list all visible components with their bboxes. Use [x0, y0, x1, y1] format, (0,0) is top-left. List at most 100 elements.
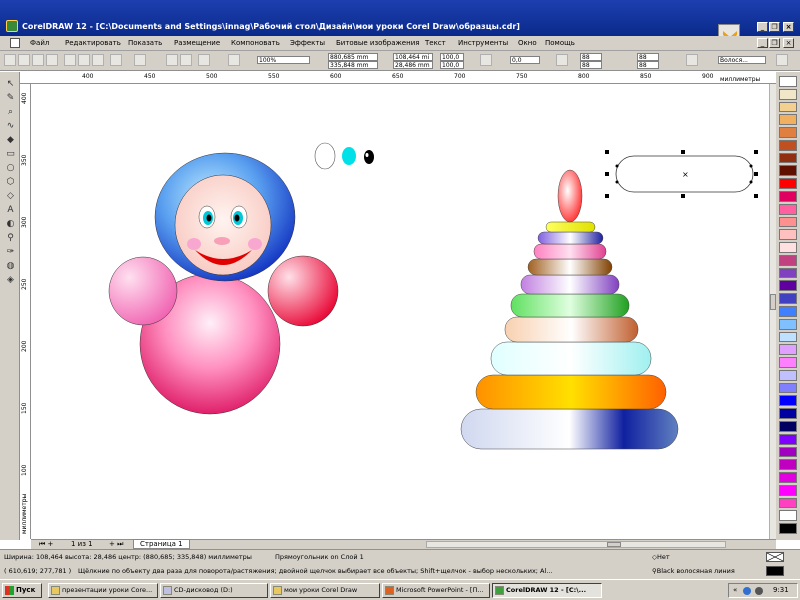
color-swatch[interactable]: [779, 267, 797, 279]
import-icon[interactable]: [166, 54, 178, 66]
scroll-thumb[interactable]: [607, 542, 621, 547]
color-swatch[interactable]: [779, 369, 797, 381]
freehand-tool-icon[interactable]: ∿: [4, 120, 17, 132]
color-swatch[interactable]: [779, 472, 797, 483]
menu-edit[interactable]: Редактировать: [65, 39, 121, 47]
new-icon[interactable]: [4, 54, 16, 66]
color-swatch[interactable]: [779, 216, 797, 228]
text-tool-icon[interactable]: A: [4, 204, 17, 216]
close-button[interactable]: ×: [783, 22, 794, 32]
tray-expand-icon[interactable]: «: [733, 584, 737, 597]
color-swatch[interactable]: [779, 510, 797, 522]
drawing-canvas[interactable]: ×: [31, 84, 769, 539]
outline-tool-icon[interactable]: ✑: [4, 246, 17, 258]
undo-icon[interactable]: [110, 54, 122, 66]
color-swatch[interactable]: [779, 293, 797, 304]
network-icon[interactable]: [743, 587, 751, 595]
color-swatch[interactable]: [779, 344, 797, 356]
color-swatch[interactable]: [779, 306, 797, 317]
color-swatch[interactable]: [779, 357, 797, 368]
menu-tools[interactable]: Инструменты: [458, 39, 508, 47]
color-swatch[interactable]: [779, 497, 797, 509]
color-swatch[interactable]: [779, 88, 797, 100]
color-swatch[interactable]: [779, 139, 797, 151]
color-swatch[interactable]: [779, 484, 797, 496]
doc-restore-button[interactable]: ❐: [769, 38, 780, 48]
scale-x-field[interactable]: 100,0: [440, 53, 464, 61]
restore-button[interactable]: ❐: [769, 22, 780, 32]
taskbar-item[interactable]: мои уроки Corel Draw: [270, 583, 380, 598]
start-button[interactable]: Пуск: [2, 583, 42, 598]
outline-width-select[interactable]: Волося...: [718, 56, 766, 64]
color-swatch[interactable]: [779, 459, 797, 471]
color-swatch[interactable]: [779, 395, 797, 407]
cut-icon[interactable]: [64, 54, 76, 66]
zoom-tool-icon[interactable]: ⌕: [4, 106, 17, 118]
interactive-fill-icon[interactable]: ◈: [4, 274, 17, 286]
export-icon[interactable]: [180, 54, 192, 66]
eyedropper-icon[interactable]: ⚲: [4, 232, 17, 244]
color-swatch[interactable]: [779, 178, 797, 189]
zoom-select[interactable]: 100%: [257, 56, 310, 64]
color-swatch[interactable]: [779, 76, 797, 87]
last-page-button[interactable]: + ⏭: [109, 540, 123, 549]
menu-effects[interactable]: Эффекты: [290, 39, 325, 47]
color-swatch[interactable]: [779, 318, 797, 330]
smart-fill-icon[interactable]: ◆: [4, 134, 17, 146]
color-swatch[interactable]: [779, 446, 797, 458]
corner-roundness-2[interactable]: 88: [580, 61, 602, 69]
outline-swatch[interactable]: [766, 566, 784, 576]
interactive-blend-icon[interactable]: ◐: [4, 218, 17, 230]
color-swatch[interactable]: [779, 280, 797, 292]
menu-window[interactable]: Окно: [518, 39, 537, 47]
print-icon[interactable]: [46, 54, 58, 66]
color-swatch[interactable]: [779, 254, 797, 266]
taskbar-item[interactable]: Microsoft PowerPoint - [П...: [382, 583, 490, 598]
color-swatch[interactable]: [779, 408, 797, 419]
paste-icon[interactable]: [92, 54, 104, 66]
color-swatch[interactable]: [779, 152, 797, 164]
corner-roundness-4[interactable]: 88: [637, 61, 659, 69]
minimize-button[interactable]: _: [757, 22, 768, 32]
menu-view[interactable]: Показать: [128, 39, 162, 47]
height-field[interactable]: 28,486 mm: [393, 61, 433, 69]
color-swatch[interactable]: [779, 433, 797, 445]
color-swatch[interactable]: [779, 331, 797, 343]
color-swatch[interactable]: [779, 165, 797, 177]
doc-close-button[interactable]: ×: [783, 38, 794, 48]
taskbar-item-active[interactable]: CorelDRAW 12 - [C:\...: [492, 583, 602, 598]
color-swatch[interactable]: [779, 203, 797, 215]
vertical-scrollbar[interactable]: [769, 84, 776, 539]
color-swatch[interactable]: [779, 191, 797, 202]
corel-online-icon[interactable]: [228, 54, 240, 66]
application-launcher-icon[interactable]: [198, 54, 210, 66]
y-position-field[interactable]: 335,848 mm: [328, 61, 378, 69]
fill-swatch[interactable]: [766, 552, 784, 562]
basic-shapes-icon[interactable]: ◇: [4, 190, 17, 202]
volume-icon[interactable]: [755, 587, 763, 595]
document-icon[interactable]: [10, 38, 20, 48]
save-icon[interactable]: [32, 54, 44, 66]
convert-to-curves-icon[interactable]: [776, 54, 788, 66]
ellipse-tool-icon[interactable]: ○: [4, 162, 17, 174]
corner-roundness-3[interactable]: 88: [637, 53, 659, 61]
rectangle-tool-icon[interactable]: ▭: [4, 148, 17, 160]
first-page-button[interactable]: ⏮ +: [39, 540, 53, 549]
color-swatch[interactable]: [779, 114, 797, 126]
polygon-tool-icon[interactable]: ⬡: [4, 176, 17, 188]
x-position-field[interactable]: 880,685 mm: [328, 53, 378, 61]
taskbar-item[interactable]: презентации уроки Core...: [48, 583, 158, 598]
pick-tool-icon[interactable]: ↖: [4, 78, 17, 90]
color-swatch[interactable]: [779, 523, 797, 534]
copy-icon[interactable]: [78, 54, 90, 66]
wrap-text-icon[interactable]: [686, 54, 698, 66]
menu-file[interactable]: Файл: [30, 39, 49, 47]
open-icon[interactable]: [18, 54, 30, 66]
color-swatch[interactable]: [779, 229, 797, 241]
coreldraw-app-icon[interactable]: [6, 20, 18, 32]
menu-bitmaps[interactable]: Битовые изображения: [336, 39, 419, 47]
fill-tool-icon[interactable]: ◍: [4, 260, 17, 272]
shape-tool-icon[interactable]: ✎: [4, 92, 17, 104]
color-swatch[interactable]: [779, 421, 797, 432]
doc-minimize-button[interactable]: _: [757, 38, 768, 48]
